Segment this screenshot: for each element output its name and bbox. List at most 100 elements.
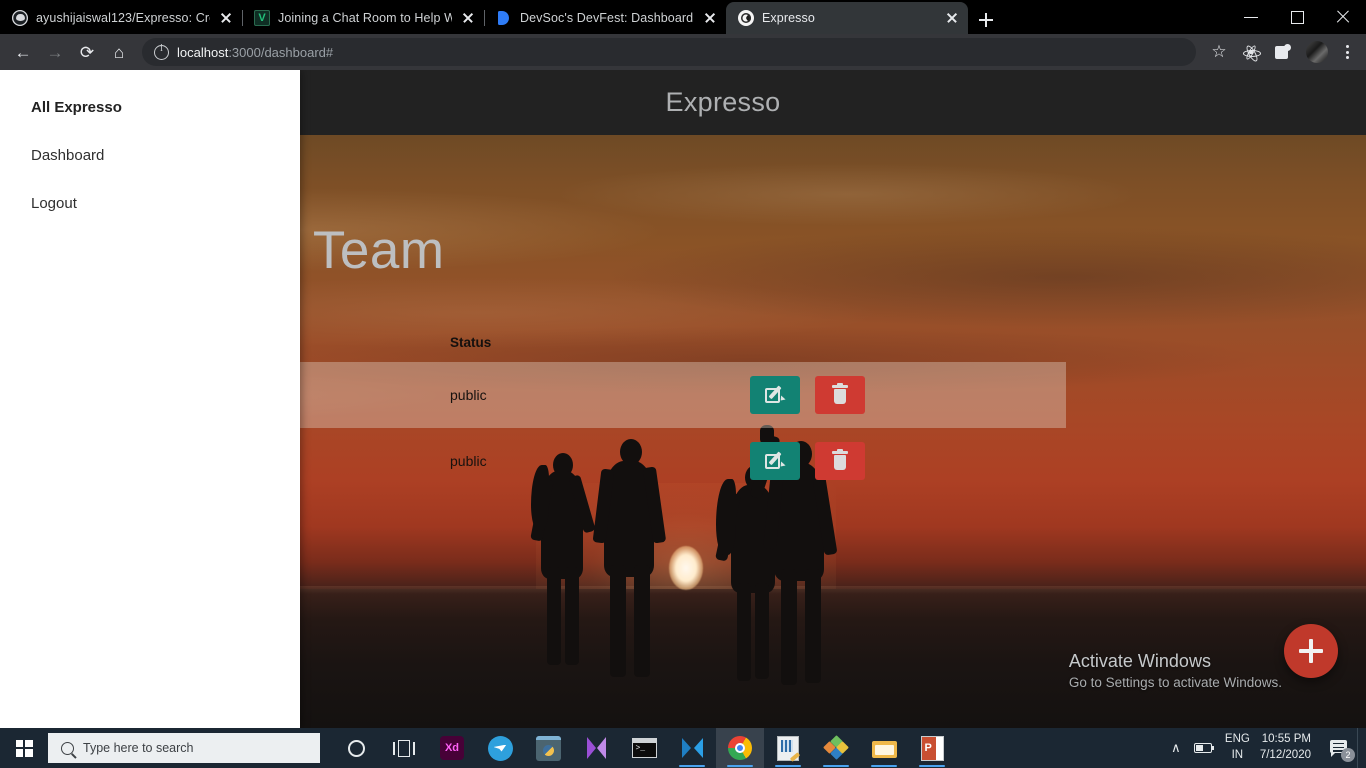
browser-window: ayushijaiswal123/Expresso: Creat V Joini… [0, 0, 1366, 728]
close-icon[interactable] [702, 10, 718, 26]
tab-strip: ayushijaiswal123/Expresso: Creat V Joini… [0, 0, 1366, 34]
search-placeholder: Type here to search [83, 741, 194, 755]
telegram-icon [487, 735, 513, 761]
cortana-button[interactable] [332, 728, 380, 768]
taskbar-app-python-idle[interactable] [524, 728, 572, 768]
show-desktop-button[interactable] [1357, 728, 1362, 768]
sidebar-item-logout[interactable]: Logout [0, 179, 300, 227]
cell-status: public [450, 453, 487, 469]
app-title: Expresso [665, 87, 781, 117]
cell-status: public [450, 362, 750, 428]
bookmark-star-icon[interactable] [1204, 37, 1234, 67]
sidebar-item-all-expresso[interactable]: All Expresso [0, 83, 300, 131]
notification-badge: 2 [1341, 748, 1355, 762]
watermark-subtitle: Go to Settings to activate Windows. [1068, 675, 1282, 690]
language-indicator[interactable]: ENG IN [1219, 728, 1260, 768]
site-info-icon[interactable] [154, 43, 169, 60]
edit-icon [765, 385, 786, 405]
clock-time: 10:55 PM [1261, 733, 1311, 746]
url-path: :3000/dashboard# [228, 44, 334, 60]
language-secondary: IN [1231, 749, 1244, 761]
back-button[interactable]: ← [8, 37, 38, 67]
taskbar-app-vs-code[interactable] [668, 728, 716, 768]
taskbar-app-notes-editor[interactable] [764, 728, 812, 768]
taskbar-app-telegram[interactable] [476, 728, 524, 768]
sidebar-item-label: Logout [31, 194, 77, 212]
address-bar[interactable]: localhost:3000/dashboard# [142, 38, 1196, 66]
forward-arrow-icon: → [46, 42, 64, 62]
task-view-icon [393, 739, 415, 757]
column-header-status: Status [450, 335, 492, 350]
sidebar-item-label: Dashboard [31, 146, 105, 164]
maximize-restore-button[interactable] [1274, 0, 1320, 34]
forward-button[interactable]: → [40, 37, 70, 67]
browser-tab-devfest[interactable]: DevSoc's DevFest: Dashboard | D [484, 2, 726, 34]
delete-icon [831, 382, 848, 405]
tab-title: Joining a Chat Room to Help Wit [278, 11, 452, 25]
adobe-xd-icon: Xd [440, 736, 464, 760]
cortana-icon [347, 739, 365, 757]
folder-icon [871, 739, 897, 758]
windows-logo-icon [15, 739, 33, 757]
clock[interactable]: 10:55 PM 7/12/2020 [1260, 728, 1323, 768]
reload-button[interactable]: ⟳ [72, 37, 102, 67]
browser-tab-chatroom[interactable]: V Joining a Chat Room to Help Wit [242, 2, 484, 34]
taskbar-app-adobe-xd[interactable]: Xd [428, 728, 476, 768]
close-window-button[interactable] [1320, 0, 1366, 34]
taskbar-app-powerpoint[interactable] [908, 728, 956, 768]
window-controls [1228, 0, 1366, 34]
gem-icon [823, 735, 849, 760]
expresso-swirl-icon [738, 10, 754, 26]
page-viewport: Welcome, Team Expresso Date Status [0, 70, 1366, 728]
terminal-icon [631, 738, 657, 758]
delete-button[interactable] [814, 376, 865, 414]
taskbar-app-terminal[interactable] [620, 728, 668, 768]
language-primary: ENG [1224, 733, 1250, 746]
react-devtools-icon[interactable] [1240, 41, 1262, 63]
v-letter-icon: V [254, 10, 270, 26]
taskbar-app-file-explorer[interactable] [860, 728, 908, 768]
browser-toolbar: ← → ⟳ ⌂ localhost:3000/dashboard# [0, 34, 1366, 70]
show-hidden-icons-button[interactable] [1163, 728, 1189, 768]
new-tab-button[interactable] [972, 6, 1000, 34]
url-host: localhost [177, 44, 229, 60]
browser-tab-github[interactable]: ayushijaiswal123/Expresso: Creat [0, 2, 242, 34]
navigation-drawer: All Expresso Dashboard Logout [0, 70, 300, 728]
search-icon [61, 741, 74, 755]
home-button[interactable]: ⌂ [104, 37, 134, 67]
system-tray: ENG IN 10:55 PM 7/12/2020 2 [1163, 728, 1366, 768]
sidebar-item-dashboard[interactable]: Dashboard [0, 131, 300, 179]
chrome-icon [728, 736, 752, 760]
battery-icon[interactable] [1189, 728, 1219, 768]
home-icon: ⌂ [113, 42, 125, 62]
start-button[interactable] [0, 728, 48, 768]
edit-button[interactable] [750, 442, 800, 480]
taskbar-app-gem[interactable] [812, 728, 860, 768]
extensions-icon[interactable] [1273, 42, 1293, 62]
tab-title: ayushijaiswal123/Expresso: Creat [36, 11, 210, 25]
profile-avatar[interactable] [1306, 41, 1328, 63]
notification-center-button[interactable]: 2 [1323, 728, 1357, 768]
browser-tab-expresso[interactable]: Expresso [726, 2, 968, 34]
close-icon[interactable] [460, 10, 476, 26]
back-arrow-icon: ← [14, 42, 32, 62]
close-icon[interactable] [944, 10, 960, 26]
minimize-button[interactable] [1228, 0, 1274, 34]
column-header-actions [750, 325, 1066, 362]
add-expresso-fab[interactable] [1284, 624, 1338, 678]
url-text: localhost:3000/dashboard# [177, 45, 333, 60]
task-view-button[interactable] [380, 728, 428, 768]
tab-title: DevSoc's DevFest: Dashboard | D [520, 11, 694, 25]
delete-icon [831, 448, 848, 471]
taskbar-app-google-chrome[interactable] [716, 728, 764, 768]
notes-icon [777, 735, 799, 761]
edit-button[interactable] [750, 376, 800, 414]
taskbar-search-input[interactable]: Type here to search [48, 733, 320, 763]
chrome-menu-icon[interactable] [1336, 39, 1358, 65]
close-icon[interactable] [218, 10, 234, 26]
activate-windows-watermark: Activate Windows Go to Settings to activ… [1069, 651, 1282, 690]
cell-actions [750, 362, 1066, 428]
delete-button[interactable] [814, 442, 865, 480]
taskbar-app-visual-studio[interactable] [572, 728, 620, 768]
taskbar-app-icons: Xd [332, 728, 956, 768]
